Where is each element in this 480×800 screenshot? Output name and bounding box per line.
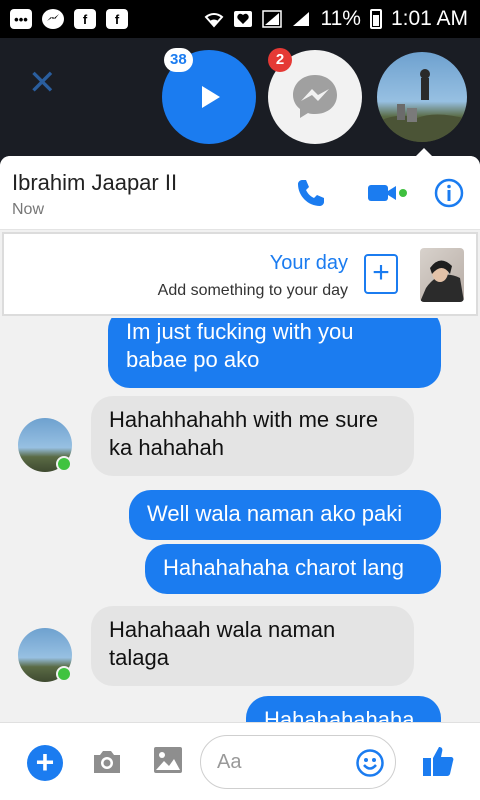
your-day-card[interactable]: Your day Add something to your day + bbox=[2, 232, 478, 316]
story-photo bbox=[420, 260, 464, 302]
battery-icon bbox=[369, 9, 382, 29]
close-icon[interactable]: ✕ bbox=[28, 66, 58, 100]
heart-icon bbox=[234, 11, 253, 27]
signal-icon bbox=[262, 10, 283, 28]
message-input[interactable]: Aa bbox=[200, 735, 396, 789]
conversation-header: Ibrahim Jaapar II Now bbox=[0, 156, 480, 230]
video-available-dot bbox=[399, 189, 407, 197]
wifi-icon bbox=[205, 13, 224, 28]
message-bubble-incoming[interactable]: Hahahaah wala naman talaga bbox=[91, 606, 414, 686]
message-text: Hahahahaha charot lang bbox=[163, 555, 404, 580]
messenger-icon bbox=[293, 75, 337, 118]
chat-dots-icon: ••• bbox=[10, 9, 32, 29]
emoji-icon[interactable] bbox=[355, 748, 385, 778]
status-bar: ••• f f 11% 1:01 AM bbox=[0, 0, 480, 38]
thumbs-up-icon[interactable] bbox=[420, 743, 456, 779]
message-text: talaga bbox=[109, 645, 169, 670]
messenger-icon bbox=[42, 9, 64, 29]
conversation-panel: Ibrahim Jaapar II Now Your day Add somet… bbox=[0, 156, 480, 800]
message-text: babae po ako bbox=[126, 347, 260, 372]
play-icon bbox=[202, 86, 220, 108]
facebook-icon: f bbox=[106, 9, 128, 29]
message-text: Well wala naman ako paki bbox=[147, 501, 403, 526]
online-status-dot bbox=[56, 456, 72, 472]
message-bubble-incoming[interactable]: Hahahhahahh with me sure ka hahahah bbox=[91, 396, 414, 476]
image-gallery-icon[interactable] bbox=[151, 743, 185, 777]
messenger-unread-badge: 2 bbox=[268, 48, 292, 72]
message-bubble-outgoing[interactable]: Well wala naman ako paki bbox=[129, 490, 441, 540]
more-actions-button[interactable]: + bbox=[27, 745, 63, 781]
signal-icon bbox=[293, 12, 310, 26]
info-icon[interactable] bbox=[432, 176, 466, 210]
contact-chat-head[interactable] bbox=[375, 50, 469, 144]
message-composer: + Aa bbox=[0, 722, 480, 800]
message-list: Im just fucking with you babae po ako Ha… bbox=[0, 318, 480, 726]
contact-name[interactable]: Ibrahim Jaapar II bbox=[12, 170, 177, 196]
story-thumbnail[interactable] bbox=[420, 248, 464, 302]
camera-icon[interactable] bbox=[90, 745, 124, 779]
your-day-title: Your day bbox=[269, 252, 348, 274]
notification-icons: ••• f f bbox=[10, 9, 128, 29]
battery-percent: 11% bbox=[320, 7, 361, 30]
your-day-subtitle: Add something to your day bbox=[157, 282, 348, 299]
contact-photo bbox=[377, 69, 467, 142]
facebook-icon: f bbox=[74, 9, 96, 29]
message-text: Im just fucking with you bbox=[126, 319, 354, 344]
contact-status: Now bbox=[12, 201, 45, 218]
system-indicators: 11% 1:01 AM bbox=[204, 7, 468, 31]
message-text: ka hahahah bbox=[109, 435, 224, 460]
message-bubble-outgoing[interactable]: Im just fucking with you babae po ako bbox=[108, 318, 441, 388]
clock: 1:01 AM bbox=[390, 7, 468, 30]
phone-call-icon[interactable] bbox=[294, 176, 328, 210]
video-call-icon[interactable] bbox=[366, 176, 400, 210]
message-text: Hahahaah wala naman bbox=[109, 617, 336, 642]
online-status-dot bbox=[56, 666, 72, 682]
chat-heads-bar: ✕ 38 2 bbox=[0, 38, 480, 160]
message-bubble-outgoing[interactable]: Hahahahaha charot lang bbox=[145, 544, 441, 594]
message-input-placeholder: Aa bbox=[217, 751, 242, 773]
video-unread-badge: 38 bbox=[164, 48, 193, 72]
message-text: Hahahhahahh with me sure bbox=[109, 407, 379, 432]
add-story-button[interactable]: + bbox=[364, 254, 398, 294]
